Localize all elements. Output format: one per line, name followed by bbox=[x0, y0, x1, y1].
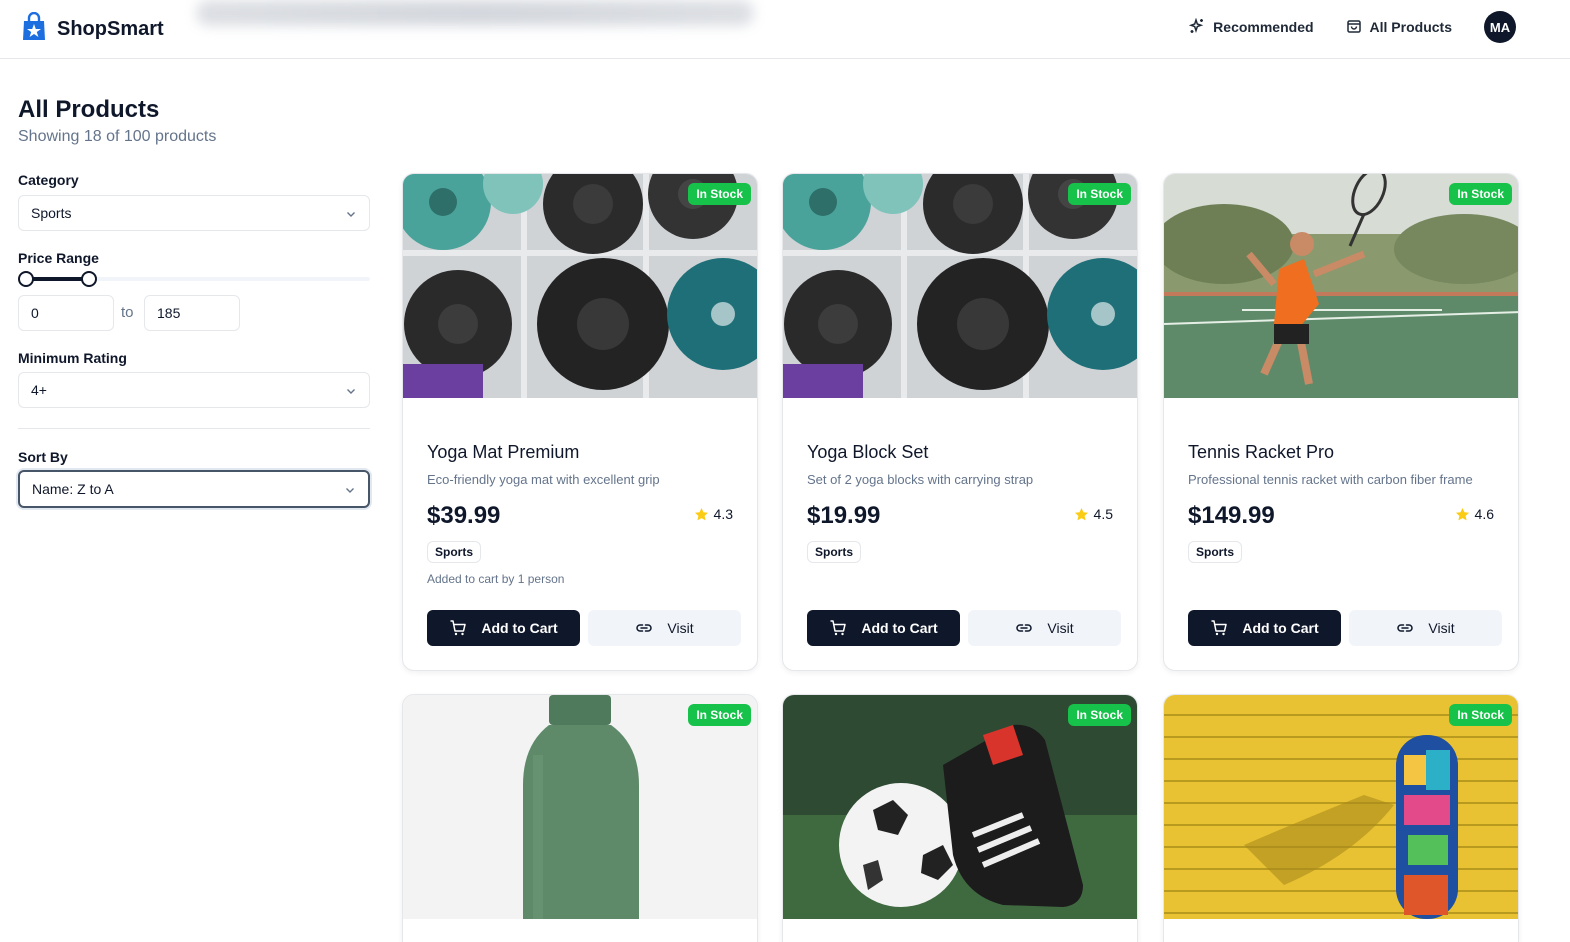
product-description: Set of 2 yoga blocks with carrying strap bbox=[807, 472, 1034, 487]
product-price: $39.99 bbox=[427, 502, 501, 529]
user-avatar[interactable]: MA bbox=[1484, 11, 1516, 43]
min-rating-select[interactable]: 4+ bbox=[18, 372, 370, 408]
product-count: Showing 18 of 100 products bbox=[18, 128, 217, 145]
page-title: All Products bbox=[18, 96, 160, 123]
product-rating: 4.6 bbox=[1455, 506, 1494, 522]
product-name[interactable]: Yoga Block Set bbox=[807, 442, 928, 463]
product-rating: 4.3 bbox=[694, 506, 733, 522]
visit-button[interactable]: Visit bbox=[1349, 610, 1502, 646]
nav-all-products[interactable]: All Products bbox=[1346, 18, 1452, 37]
category-label: Category bbox=[18, 172, 79, 188]
stock-badge: In Stock bbox=[1449, 704, 1512, 726]
add-to-cart-button[interactable]: Add to Cart bbox=[427, 610, 580, 646]
product-image[interactable]: In Stock bbox=[1164, 695, 1518, 919]
add-to-cart-button[interactable]: Add to Cart bbox=[807, 610, 960, 646]
cart-icon bbox=[1210, 619, 1228, 637]
sort-by-label: Sort By bbox=[18, 449, 68, 465]
rating-value: 4.5 bbox=[1093, 506, 1113, 522]
product-card[interactable]: In Stock Yoga Mat Premium Eco-friendly y… bbox=[402, 173, 758, 671]
product-card[interactable]: In Stock Yoga Block Set Set of 2 yoga bl… bbox=[782, 173, 1138, 671]
product-name[interactable]: Tennis Racket Pro bbox=[1188, 442, 1334, 463]
visit-button[interactable]: Visit bbox=[588, 610, 741, 646]
star-icon bbox=[694, 507, 709, 522]
sparkles-icon bbox=[1188, 17, 1205, 37]
stock-badge: In Stock bbox=[688, 704, 751, 726]
category-tag: Sports bbox=[1188, 541, 1243, 563]
stock-badge: In Stock bbox=[1068, 183, 1131, 205]
chevron-down-icon bbox=[345, 207, 357, 223]
main-nav: Recommended All Products MA bbox=[1188, 0, 1570, 54]
link-icon bbox=[635, 619, 653, 637]
visit-label: Visit bbox=[667, 620, 694, 636]
add-to-cart-label: Add to Cart bbox=[861, 620, 938, 636]
chevron-down-icon bbox=[345, 384, 357, 400]
nav-all-products-label: All Products bbox=[1369, 19, 1452, 35]
product-rating: 4.5 bbox=[1074, 506, 1113, 522]
product-description: Professional tennis racket with carbon f… bbox=[1188, 472, 1473, 487]
nav-recommended-label: Recommended bbox=[1213, 19, 1314, 35]
star-icon bbox=[1074, 507, 1089, 522]
add-to-cart-button[interactable]: Add to Cart bbox=[1188, 610, 1341, 646]
sort-by-select[interactable]: Name: Z to A bbox=[18, 470, 370, 508]
cart-activity-note: Added to cart by 1 person bbox=[427, 572, 565, 586]
top-header: ShopSmart Recommended All Products MA bbox=[0, 0, 1570, 59]
stock-badge: In Stock bbox=[1068, 704, 1131, 726]
add-to-cart-label: Add to Cart bbox=[1242, 620, 1319, 636]
product-image[interactable]: In Stock bbox=[403, 695, 757, 919]
cart-icon bbox=[829, 619, 847, 637]
filter-divider bbox=[18, 428, 370, 429]
visit-label: Visit bbox=[1047, 620, 1074, 636]
shopping-bag-icon bbox=[21, 11, 47, 47]
category-tag: Sports bbox=[427, 541, 482, 563]
product-card[interactable]: In Stock bbox=[1163, 694, 1519, 942]
product-card[interactable]: In Stock bbox=[402, 694, 758, 942]
product-price: $19.99 bbox=[807, 502, 881, 529]
nav-recommended[interactable]: Recommended bbox=[1188, 17, 1314, 37]
product-image[interactable]: In Stock bbox=[783, 695, 1137, 919]
product-card[interactable]: In Stock Tennis Racket Pro Professional … bbox=[1163, 173, 1519, 671]
product-price: $149.99 bbox=[1188, 502, 1275, 529]
chevron-down-icon bbox=[344, 483, 356, 499]
stock-badge: In Stock bbox=[1449, 183, 1512, 205]
price-to-label: to bbox=[121, 304, 134, 321]
blurred-search-bar bbox=[196, 0, 754, 26]
link-icon bbox=[1015, 619, 1033, 637]
rating-value: 4.6 bbox=[1474, 506, 1494, 522]
product-image[interactable]: In Stock bbox=[1164, 174, 1518, 398]
visit-label: Visit bbox=[1428, 620, 1455, 636]
star-icon bbox=[1455, 507, 1470, 522]
rating-value: 4.3 bbox=[713, 506, 733, 522]
product-image[interactable]: In Stock bbox=[403, 174, 757, 398]
cart-icon bbox=[449, 619, 467, 637]
visit-button[interactable]: Visit bbox=[968, 610, 1121, 646]
logo[interactable]: ShopSmart bbox=[21, 11, 164, 47]
product-description: Eco-friendly yoga mat with excellent gri… bbox=[427, 472, 660, 487]
product-image[interactable]: In Stock bbox=[783, 174, 1137, 398]
category-select[interactable]: Sports bbox=[18, 195, 370, 231]
stock-badge: In Stock bbox=[688, 183, 751, 205]
bag-icon bbox=[1346, 18, 1362, 37]
price-slider-max-handle[interactable] bbox=[81, 271, 97, 287]
product-name[interactable]: Yoga Mat Premium bbox=[427, 442, 579, 463]
category-tag: Sports bbox=[807, 541, 862, 563]
price-range-label: Price Range bbox=[18, 250, 99, 266]
category-value: Sports bbox=[31, 205, 72, 221]
link-icon bbox=[1396, 619, 1414, 637]
min-rating-value: 4+ bbox=[31, 382, 47, 398]
price-slider-range bbox=[26, 277, 89, 281]
min-rating-label: Minimum Rating bbox=[18, 350, 127, 366]
price-max-input[interactable]: 185 bbox=[144, 295, 240, 331]
sort-by-value: Name: Z to A bbox=[32, 481, 114, 497]
price-min-input[interactable]: 0 bbox=[18, 295, 114, 331]
add-to-cart-label: Add to Cart bbox=[481, 620, 558, 636]
price-slider-min-handle[interactable] bbox=[18, 271, 34, 287]
product-card[interactable]: In Stock bbox=[782, 694, 1138, 942]
app-name: ShopSmart bbox=[57, 18, 164, 40]
